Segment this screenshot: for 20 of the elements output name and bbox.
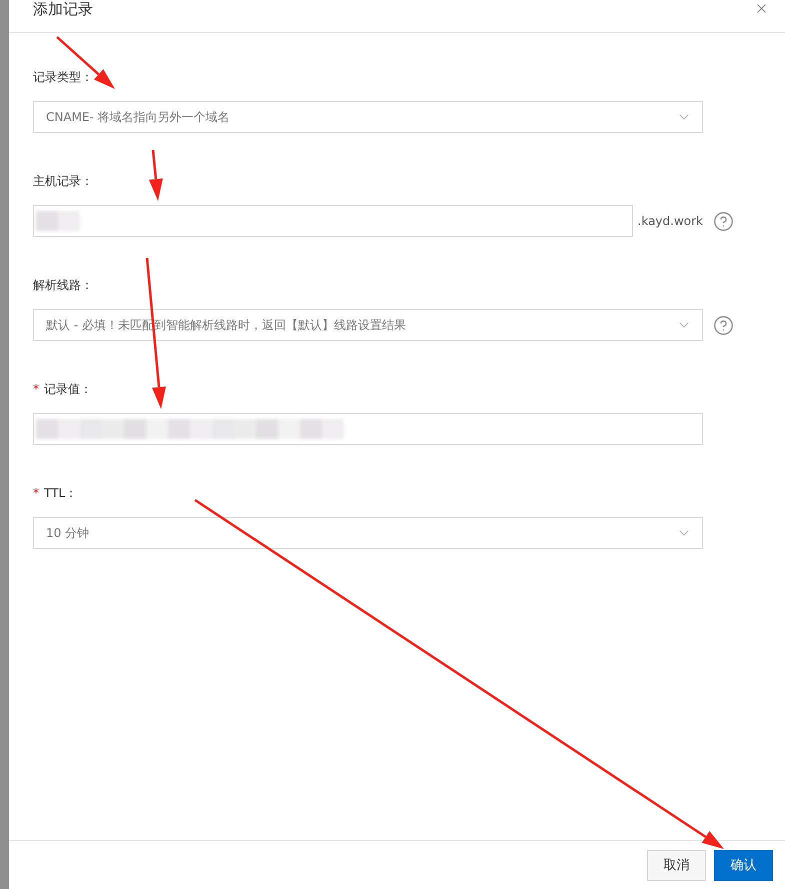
select-field[interactable]: CNAME- 将域名指向另外一个域名	[33, 101, 703, 133]
cancel-button[interactable]: 取消	[647, 850, 706, 880]
help-icon[interactable]	[713, 314, 734, 336]
field-label: TTL：	[44, 484, 78, 502]
help-icon[interactable]	[713, 210, 734, 232]
field-label: 记录类型：	[33, 68, 93, 86]
select-field[interactable]: 10 分钟	[33, 517, 703, 549]
domain-suffix: .kayd.work	[636, 214, 703, 228]
arrow	[56, 36, 115, 89]
field-label: 主机记录：	[33, 172, 93, 190]
dialog-title: 添加记录	[33, 0, 93, 18]
required-mark: *	[33, 382, 39, 396]
input-field[interactable]	[33, 413, 703, 445]
field-label: 记录值：	[44, 380, 92, 398]
arrow	[148, 150, 163, 201]
confirm-button[interactable]: 确认	[714, 850, 773, 880]
blurred-text	[36, 211, 80, 231]
required-mark: *	[33, 486, 39, 500]
input-field[interactable]	[33, 205, 633, 237]
field-label: 解析线路：	[33, 276, 93, 294]
